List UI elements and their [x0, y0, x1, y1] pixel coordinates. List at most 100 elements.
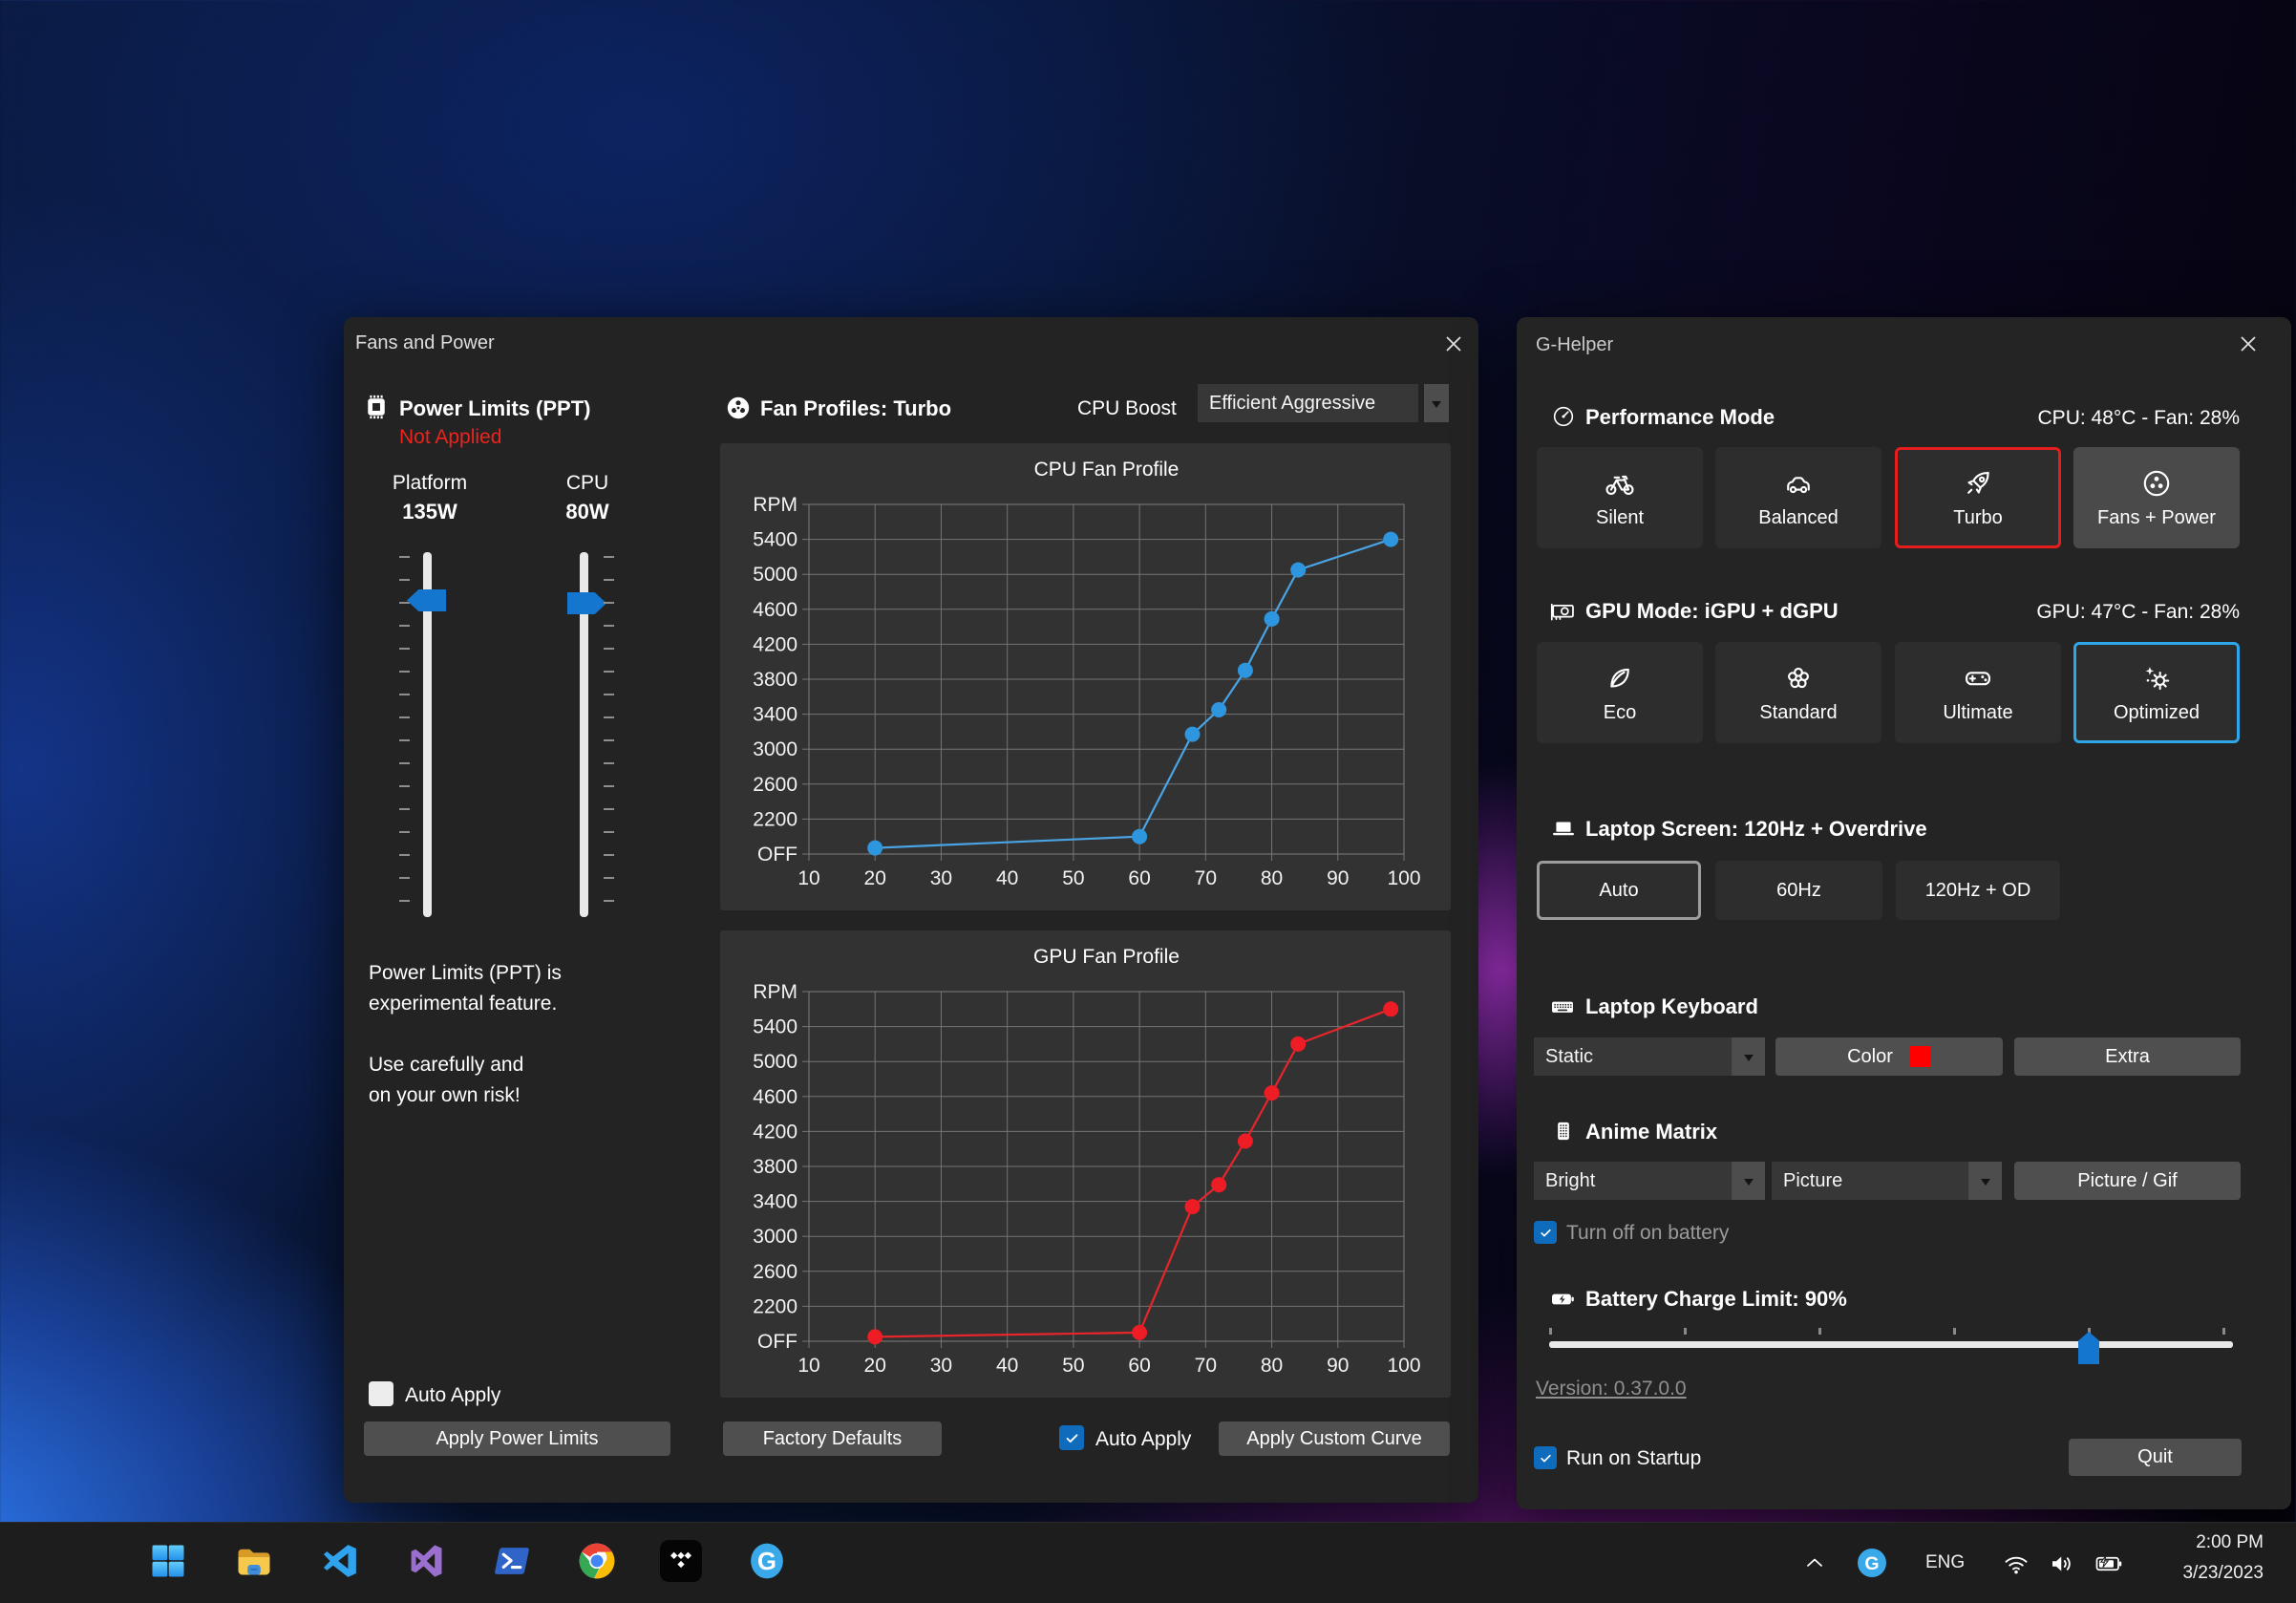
svg-text:CPU Fan Profile: CPU Fan Profile — [1034, 459, 1180, 481]
keyboard-extra-button[interactable]: Extra — [2014, 1037, 2241, 1076]
tray-clock-time[interactable]: 2:00 PM — [2196, 1532, 2264, 1553]
cpu-boost-select-arrow[interactable] — [1424, 384, 1449, 422]
tray-clock-date[interactable]: 3/23/2023 — [2182, 1563, 2264, 1584]
anime-matrix-heading: Anime Matrix — [1585, 1120, 1717, 1144]
mode-label: Ultimate — [1943, 702, 2012, 724]
anime-running-select-arrow[interactable] — [1968, 1162, 2002, 1200]
svg-text:2600: 2600 — [753, 774, 797, 796]
turn-off-on-battery-label: Turn off on battery — [1566, 1222, 1729, 1245]
factory-defaults-button[interactable]: Factory Defaults — [723, 1421, 942, 1456]
gpu-mode-eco-button[interactable]: Eco — [1537, 642, 1703, 743]
quit-button[interactable]: Quit — [2069, 1439, 2242, 1476]
perf-mode-fans-power-button[interactable]: Fans + Power — [2073, 447, 2240, 548]
svg-text:RPM: RPM — [753, 981, 797, 1003]
start-button[interactable] — [146, 1539, 190, 1583]
power-note-line4: on your own risk! — [369, 1084, 521, 1107]
cpu-slider-thumb[interactable] — [567, 592, 606, 614]
svg-text:90: 90 — [1327, 1355, 1349, 1377]
power-note-line2: experimental feature. — [369, 993, 557, 1015]
rocket-icon — [1962, 467, 1994, 500]
check-icon — [1539, 1226, 1553, 1240]
svg-text:60: 60 — [1128, 1355, 1150, 1377]
battery-slider-ticks — [1549, 1328, 2233, 1335]
apply-power-limits-button[interactable]: Apply Power Limits — [364, 1421, 670, 1456]
platform-slider-ticks — [399, 556, 410, 915]
screen-120hz-od-button[interactable]: 120Hz + OD — [1896, 861, 2060, 920]
anime-picture-gif-button[interactable]: Picture / Gif — [2014, 1162, 2241, 1200]
battery-tray-icon[interactable] — [2094, 1550, 2124, 1578]
svg-text:3800: 3800 — [753, 669, 797, 691]
perf-mode-turbo-button[interactable]: Turbo — [1895, 447, 2061, 548]
tray-g-helper-icon[interactable]: G — [1855, 1546, 1889, 1580]
cpu-fan-profile-chart[interactable]: CPU Fan Profile102030405060708090100OFF2… — [720, 443, 1451, 910]
gpu-fan-profile-chart[interactable]: GPU Fan Profile102030405060708090100OFF2… — [720, 930, 1451, 1398]
run-on-startup-checkbox[interactable] — [1534, 1446, 1557, 1469]
screen-60hz-button[interactable]: 60Hz — [1715, 861, 1882, 920]
screen-auto-button[interactable]: Auto — [1537, 861, 1701, 920]
mode-label: Fans + Power — [2097, 507, 2216, 529]
anime-running-select[interactable]: Picture — [1772, 1162, 2002, 1200]
close-icon[interactable] — [2235, 331, 2262, 357]
visual-studio-logo-icon — [405, 1540, 447, 1582]
fan-icon — [725, 395, 752, 421]
svg-text:100: 100 — [1387, 1355, 1420, 1377]
mode-label: Balanced — [1758, 507, 1838, 529]
version-link[interactable]: Version: 0.37.0.0 — [1536, 1378, 1687, 1400]
performance-mode-heading: Performance Mode — [1585, 405, 1775, 430]
apply-custom-curve-button[interactable]: Apply Custom Curve — [1219, 1421, 1450, 1456]
tray-chevron-up-icon[interactable] — [1801, 1550, 1828, 1576]
turn-off-on-battery-checkbox[interactable] — [1534, 1221, 1557, 1244]
svg-text:OFF: OFF — [757, 1331, 797, 1353]
mode-label: Optimized — [2114, 702, 2200, 724]
battery-slider-track[interactable] — [1549, 1341, 2233, 1348]
gpu-card-icon — [1549, 598, 1576, 625]
cpu-chip-icon — [363, 394, 390, 420]
run-on-startup-label: Run on Startup — [1566, 1447, 1701, 1470]
anime-brightness-select[interactable]: Bright — [1534, 1162, 1765, 1200]
power-auto-apply-checkbox[interactable] — [369, 1381, 393, 1406]
flower-icon — [1782, 662, 1815, 695]
tidal-icon[interactable] — [659, 1539, 703, 1583]
svg-text:3400: 3400 — [753, 704, 797, 726]
anime-brightness-select-arrow[interactable] — [1732, 1162, 1765, 1200]
close-icon[interactable] — [1440, 331, 1467, 357]
fans-and-power-window: Fans and Power Power Limits (PPT) Not Ap… — [344, 317, 1478, 1503]
powershell-icon[interactable] — [490, 1539, 534, 1583]
battery-slider-thumb[interactable] — [2078, 1332, 2099, 1364]
keyboard-color-button[interactable]: Color — [1775, 1037, 2003, 1076]
mode-label: Standard — [1759, 702, 1837, 724]
cpu-slider-ticks — [604, 556, 614, 915]
volume-icon[interactable] — [2048, 1550, 2076, 1578]
gpu-mode-ultimate-button[interactable]: Ultimate — [1895, 642, 2061, 743]
svg-text:70: 70 — [1195, 867, 1217, 889]
g-helper-taskbar-icon[interactable]: G — [745, 1539, 789, 1583]
curve-auto-apply-checkbox[interactable] — [1059, 1425, 1084, 1450]
wifi-icon[interactable] — [2002, 1550, 2030, 1578]
svg-text:2200: 2200 — [753, 1295, 797, 1317]
keyboard-mode-select-arrow[interactable] — [1732, 1037, 1765, 1076]
svg-text:5000: 5000 — [753, 564, 797, 586]
check-icon — [1539, 1451, 1553, 1465]
tray-language[interactable]: ENG — [1925, 1552, 1965, 1573]
svg-text:3000: 3000 — [753, 738, 797, 760]
cpu-boost-select[interactable]: Efficient Aggressive — [1198, 384, 1418, 422]
svg-text:30: 30 — [930, 867, 952, 889]
gpu-mode-standard-button[interactable]: Standard — [1715, 642, 1881, 743]
perf-mode-silent-button[interactable]: Silent — [1537, 447, 1703, 548]
platform-slider-thumb[interactable] — [407, 589, 446, 611]
perf-mode-balanced-button[interactable]: Balanced — [1715, 447, 1881, 548]
fan-profiles-heading: Fan Profiles: Turbo — [760, 396, 951, 421]
gpu-mode-optimized-button[interactable]: Optimized — [2073, 642, 2240, 743]
visual-studio-icon[interactable] — [404, 1539, 448, 1583]
file-explorer-icon[interactable] — [232, 1539, 276, 1583]
svg-text:2200: 2200 — [753, 808, 797, 830]
bicycle-icon — [1604, 467, 1636, 500]
keyboard-mode-select[interactable]: Static — [1534, 1037, 1765, 1076]
vscode-icon[interactable] — [318, 1539, 362, 1583]
svg-text:GPU Fan Profile: GPU Fan Profile — [1033, 946, 1180, 968]
platform-label: Platform — [372, 472, 487, 495]
mode-label: Turbo — [1953, 507, 2003, 529]
windows-logo-icon — [147, 1540, 189, 1582]
g-helper-logo-icon: G — [746, 1540, 788, 1582]
chrome-icon[interactable] — [575, 1539, 619, 1583]
